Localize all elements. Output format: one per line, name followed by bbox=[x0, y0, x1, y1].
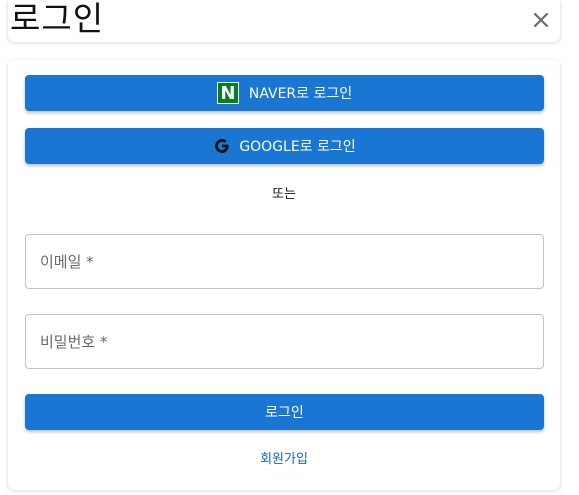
signup-link[interactable]: 회원가입 bbox=[8, 448, 560, 467]
naver-logo-icon: N bbox=[216, 82, 239, 104]
google-login-button[interactable]: GOOGLE로 로그인 bbox=[25, 128, 544, 164]
close-icon bbox=[533, 12, 549, 28]
password-field-label: 비밀번호 * bbox=[40, 333, 108, 351]
login-submit-button[interactable]: 로그인 bbox=[25, 394, 544, 430]
naver-login-button[interactable]: N NAVER로 로그인 bbox=[25, 75, 544, 111]
close-button[interactable] bbox=[530, 9, 552, 31]
email-field-label: 이메일 * bbox=[40, 253, 94, 271]
header: 로그인 bbox=[8, 0, 560, 42]
google-login-label: GOOGLE로 로그인 bbox=[239, 139, 356, 155]
or-divider: 또는 bbox=[272, 187, 296, 202]
naver-login-label: NAVER로 로그인 bbox=[248, 86, 353, 102]
google-logo-icon bbox=[213, 137, 231, 155]
password-field[interactable]: 비밀번호 * bbox=[25, 314, 544, 369]
email-field[interactable]: 이메일 * bbox=[25, 234, 544, 289]
page-title: 로그인 bbox=[10, 0, 105, 38]
login-submit-label: 로그인 bbox=[265, 405, 304, 421]
login-card: N NAVER로 로그인 GOOGLE로 로그인 또는 이메일 * 비밀번호 *… bbox=[8, 60, 560, 490]
